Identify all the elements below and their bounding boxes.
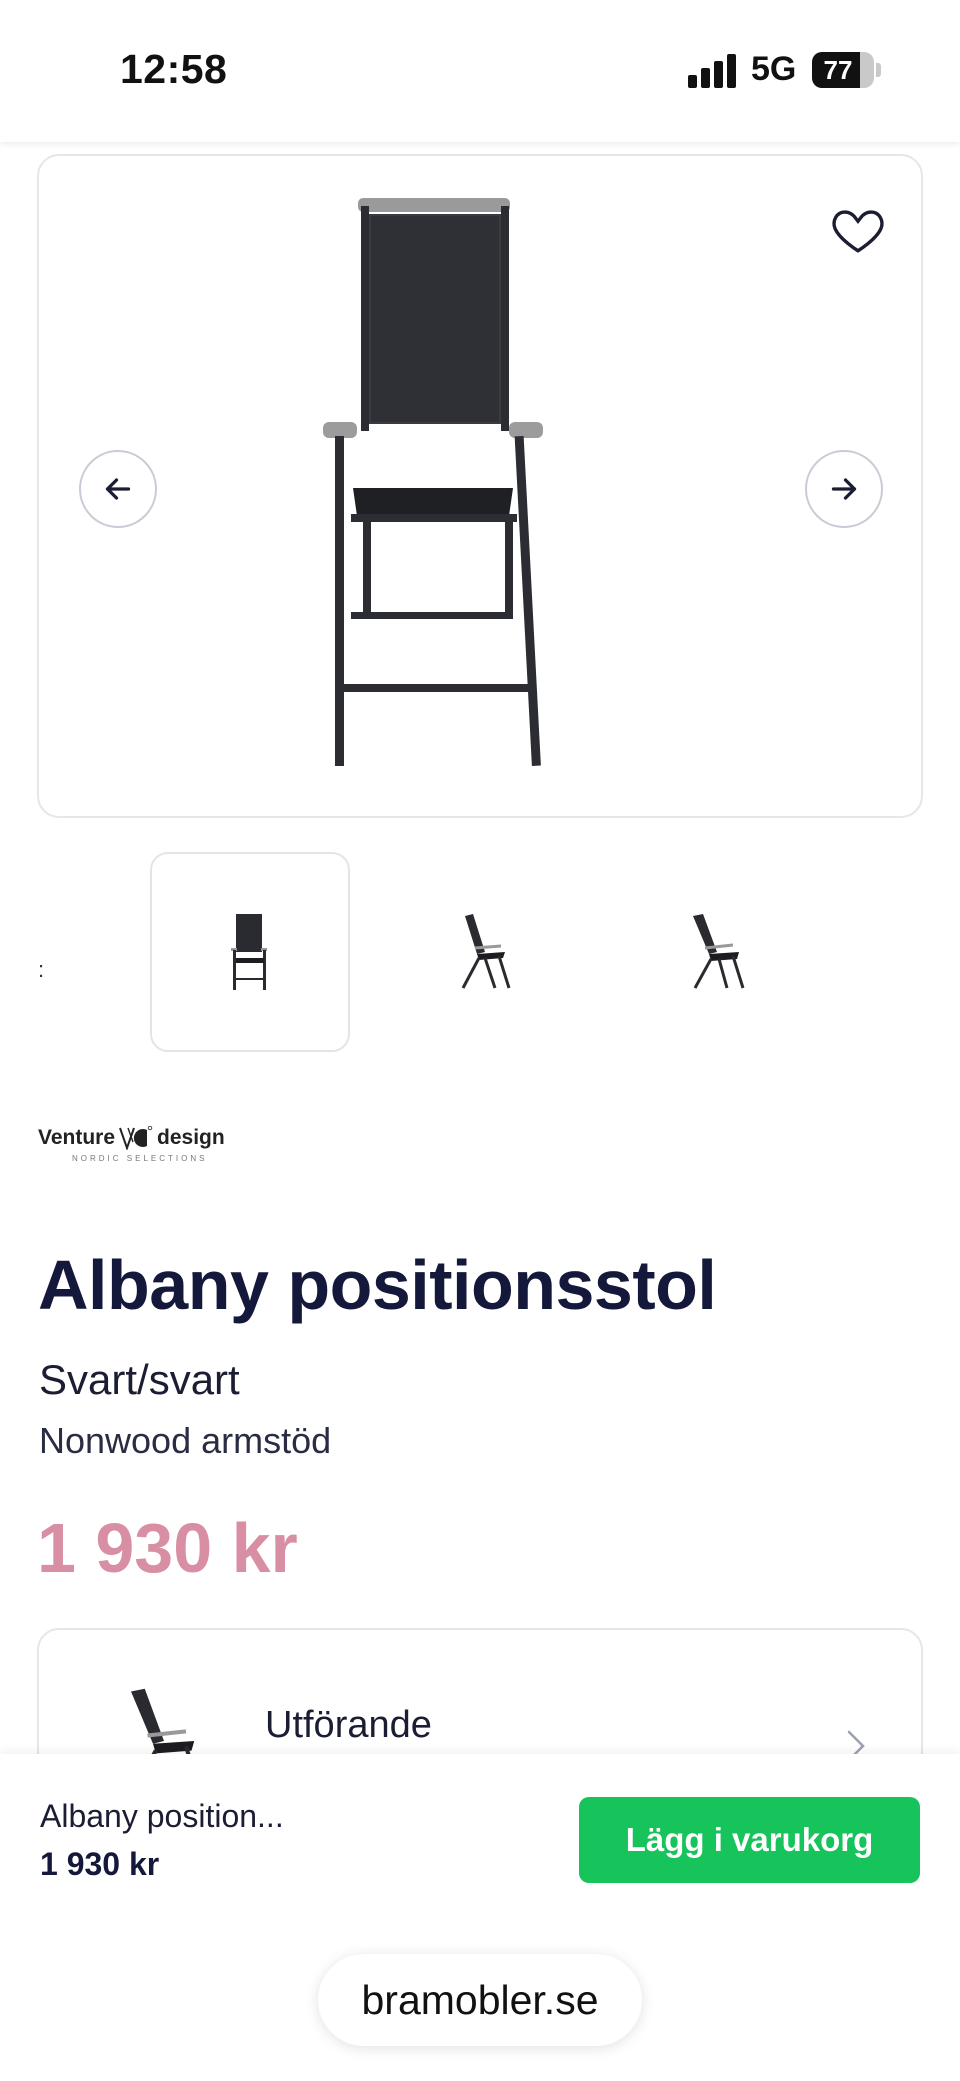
battery-level: 77 (823, 55, 853, 85)
arrow-left-icon (105, 478, 131, 500)
browser-url: bramobler.se (361, 1976, 599, 2023)
network-type: 5G (751, 50, 797, 88)
product-armrest: Nonwood armstöd (39, 1420, 332, 1461)
thumbnail-side-angle[interactable] (617, 852, 817, 1052)
product-price: 1 930 kr (37, 1509, 298, 1587)
signal-icon (688, 52, 738, 88)
product-image-chair (323, 198, 543, 766)
status-time: 12:58 (120, 46, 228, 92)
thumbnail-edge: : (38, 957, 45, 982)
thumbnail-strip[interactable]: : (0, 852, 960, 1054)
product-variant: Svart/svart (39, 1356, 240, 1403)
option-label: Utförande (265, 1704, 432, 1746)
thumbnail-front[interactable] (150, 852, 350, 1052)
bottom-bar-price: 1 930 kr (40, 1846, 160, 1882)
brand-mark-icon (119, 1126, 153, 1150)
heart-icon[interactable] (829, 200, 887, 258)
thumbnail-side[interactable] (385, 852, 585, 1052)
status-bar: 12:58 5G 77 (0, 0, 960, 142)
battery-icon: 77 (812, 52, 874, 88)
battery-nub (876, 63, 881, 77)
brand-logo[interactable]: Venture design NORDIC SELECTIONS (38, 1126, 238, 1176)
browser-url-bar[interactable]: bramobler.se (318, 1954, 642, 2046)
sticky-purchase-bar: Albany position... 1 930 kr Lägg i varuk… (0, 1754, 960, 2081)
chair-thumbnail-icon (461, 914, 511, 989)
brand-tagline: NORDIC SELECTIONS (72, 1154, 208, 1163)
chair-thumbnail-icon (231, 914, 267, 990)
brand-name-right: design (157, 1126, 225, 1149)
add-to-cart-button[interactable]: Lägg i varukorg (579, 1797, 920, 1883)
arrow-right-icon (831, 478, 857, 500)
brand-name-left: Venture (38, 1126, 116, 1149)
product-gallery[interactable] (37, 154, 923, 818)
previous-image-button[interactable] (79, 450, 157, 528)
brand-wordmark: Venture design (38, 1126, 238, 1150)
bottom-bar-product-name: Albany position... (40, 1798, 284, 1834)
next-image-button[interactable] (805, 450, 883, 528)
product-title: Albany positionsstol (38, 1246, 717, 1324)
chair-thumbnail-icon (693, 914, 745, 989)
